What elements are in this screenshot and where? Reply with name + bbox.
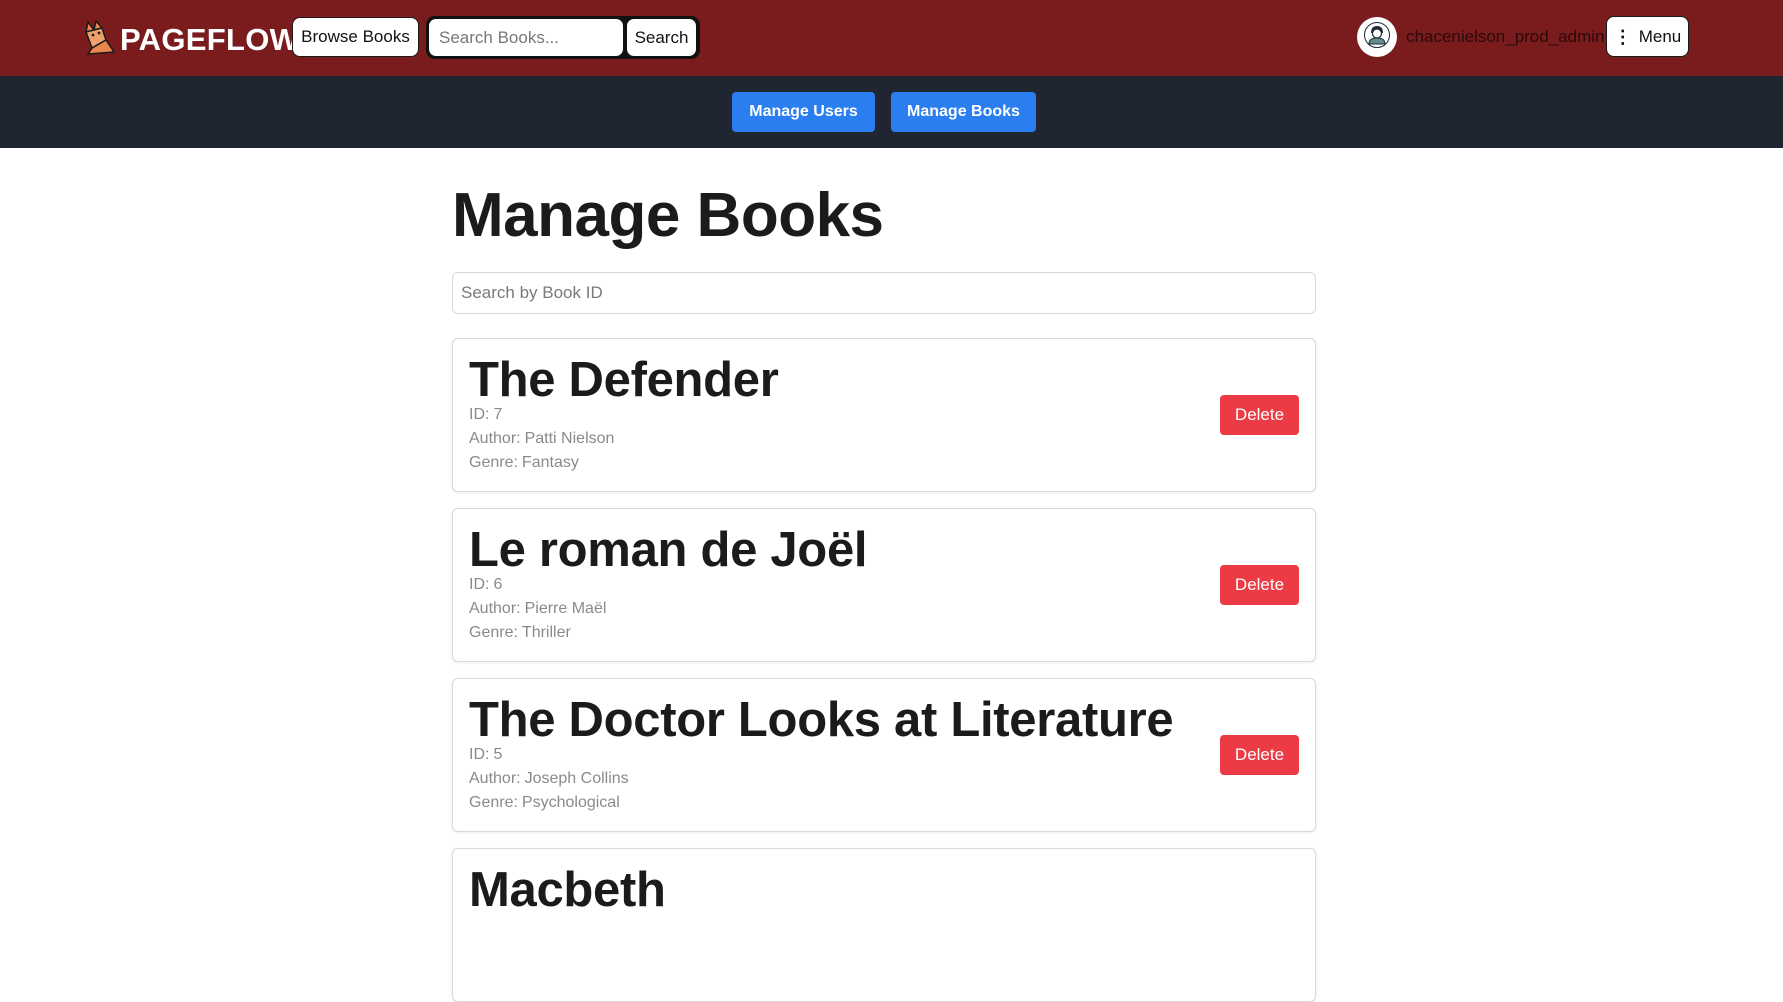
top-navbar: PAGEFLOW Browse Books Search chacenielso…: [0, 0, 1783, 76]
user-avatar-icon: [1364, 21, 1390, 53]
book-title: Le roman de Joël: [469, 523, 868, 577]
book-title: The Doctor Looks at Literature: [469, 693, 1174, 747]
book-author: Author: Patti Nielson: [469, 430, 615, 447]
fox-logo-icon: [82, 18, 116, 61]
admin-navbar: Manage Users Manage Books: [0, 76, 1783, 148]
book-genre: Genre: Psychological: [469, 794, 620, 811]
book-genre: Genre: Thriller: [469, 624, 571, 641]
delete-book-button[interactable]: Delete: [1220, 735, 1299, 775]
book-card: Macbeth: [452, 848, 1316, 1002]
book-card: The Defender ID: 7 Author: Patti Nielson G…: [452, 338, 1316, 492]
book-card: Le roman de Joël ID: 6 Author: Pierre Maël…: [452, 508, 1316, 662]
delete-book-button[interactable]: Delete: [1220, 395, 1299, 435]
book-id-search-input[interactable]: [452, 272, 1316, 314]
username-label[interactable]: chacenielson_prod_admin: [1406, 27, 1604, 47]
book-search-group: Search: [426, 16, 700, 59]
book-author: Author: Joseph Collins: [469, 770, 629, 787]
manage-users-button[interactable]: Manage Users: [732, 92, 875, 132]
browse-books-button[interactable]: Browse Books: [292, 17, 419, 57]
vertical-dots-icon: ⋮: [1613, 26, 1632, 47]
book-title: Macbeth: [469, 863, 666, 917]
brand-logo[interactable]: PAGEFLOW: [82, 18, 299, 61]
book-genre: Genre: Fantasy: [469, 454, 579, 471]
book-title: The Defender: [469, 353, 779, 407]
menu-label: Menu: [1638, 26, 1682, 46]
brand-name: PAGEFLOW: [120, 21, 300, 57]
book-author: Author: Pierre Maël: [469, 600, 607, 617]
book-id: ID: 6: [469, 576, 503, 593]
user-avatar[interactable]: [1357, 17, 1397, 57]
book-search-input[interactable]: [429, 19, 623, 56]
search-button[interactable]: Search: [627, 19, 696, 56]
menu-button[interactable]: ⋮ Menu: [1606, 16, 1689, 57]
page-title: Manage Books: [452, 181, 884, 250]
book-id: ID: 7: [469, 406, 503, 423]
delete-book-button[interactable]: Delete: [1220, 565, 1299, 605]
book-id: ID: 5: [469, 746, 503, 763]
book-card: The Doctor Looks at Literature ID: 5 Auth…: [452, 678, 1316, 832]
manage-books-button[interactable]: Manage Books: [891, 92, 1036, 132]
